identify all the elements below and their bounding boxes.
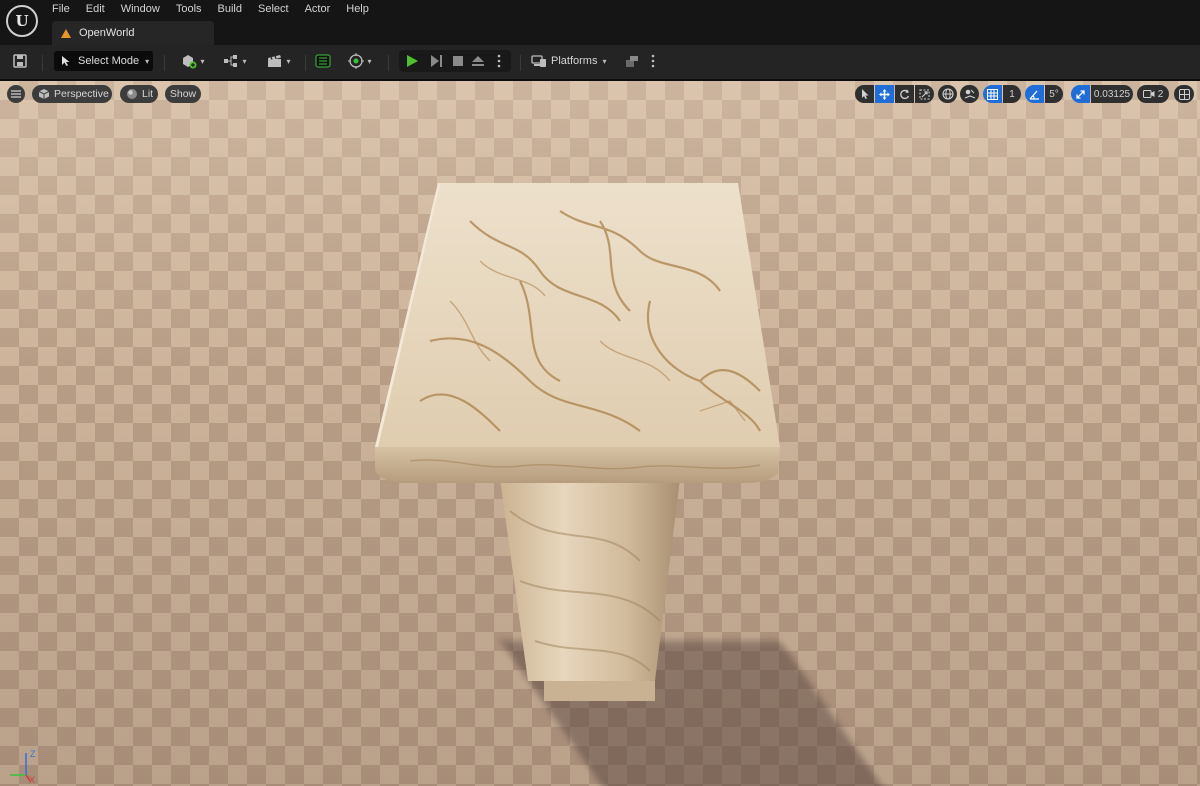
modeling-grid-icon <box>315 54 331 68</box>
camera-icon <box>1142 89 1155 99</box>
perspective-cube-icon <box>38 88 50 100</box>
camera-speed-button[interactable]: 2 <box>1137 85 1169 103</box>
play-options-button[interactable] <box>493 53 505 69</box>
menu-tools[interactable]: Tools <box>168 0 210 18</box>
clapperboard-icon <box>267 54 283 68</box>
scale-tool-button[interactable] <box>915 85 934 103</box>
grid-icon <box>987 88 998 100</box>
viewport-menu-button[interactable] <box>7 85 25 103</box>
settings-button[interactable] <box>623 51 641 71</box>
marble-pedestal[interactable] <box>0 81 1200 786</box>
blueprints-button[interactable]: ▾ <box>219 51 251 71</box>
chevron-down-icon: ▾ <box>145 56 150 66</box>
eject-icon <box>472 56 484 66</box>
unreal-logo-icon[interactable]: U <box>6 5 38 37</box>
menu-edit[interactable]: Edit <box>78 0 113 18</box>
play-controls <box>399 50 511 72</box>
menu-bar: File Edit Window Tools Build Select Acto… <box>44 0 377 18</box>
view-mode-label: Perspective <box>54 88 109 100</box>
hamburger-icon <box>11 90 21 98</box>
globe-icon <box>941 88 954 100</box>
chevron-down-icon: ▾ <box>367 56 372 66</box>
chevron-down-icon: ▾ <box>286 56 291 66</box>
save-icon <box>13 54 27 68</box>
menu-help[interactable]: Help <box>338 0 377 18</box>
stop-button[interactable] <box>449 53 467 69</box>
scale-icon <box>919 89 930 100</box>
menu-window[interactable]: Window <box>113 0 168 18</box>
save-button[interactable] <box>10 52 30 70</box>
rotation-snap-toggle[interactable] <box>1025 85 1044 103</box>
cinematics-button[interactable]: ▾ <box>263 51 295 71</box>
scale-snap-icon <box>1075 89 1086 100</box>
chevron-down-icon: ▾ <box>242 56 247 66</box>
lit-mode-button[interactable]: Lit <box>120 85 158 103</box>
scale-snap-toggle[interactable] <box>1071 85 1090 103</box>
chevron-down-icon: ▾ <box>200 56 205 66</box>
target-icon <box>348 53 365 69</box>
menu-select[interactable]: Select <box>250 0 297 18</box>
axis-z-label: Z <box>30 749 36 759</box>
cursor-arrow-icon <box>860 89 870 99</box>
blueprint-nodes-icon <box>223 54 239 68</box>
title-bar: U File Edit Window Tools Build Select Ac… <box>0 0 1200 45</box>
level-icon <box>60 27 72 39</box>
axis-x-label: X <box>29 775 36 785</box>
toolbar-separator <box>164 55 165 71</box>
lit-mode-label: Lit <box>142 88 154 100</box>
layout-grid-icon <box>1178 88 1190 100</box>
scale-snap-value[interactable]: 0.03125 <box>1091 85 1133 103</box>
camera-speed-value: 2 <box>1157 88 1164 100</box>
view-mode-button[interactable]: Perspective <box>32 85 112 103</box>
toolbar-separator <box>520 55 521 71</box>
add-actor-button[interactable]: ▾ <box>177 51 209 71</box>
grid-snap-toggle[interactable] <box>983 85 1002 103</box>
platforms-dropdown[interactable]: Platforms ▾ <box>531 51 609 71</box>
level-viewport[interactable]: Perspective Lit Show 1 5° 0.03125 2 Z X <box>0 79 1200 786</box>
axis-gizmo: Z X <box>6 745 40 785</box>
level-tab-label: OpenWorld <box>79 27 135 39</box>
select-mode-icon <box>60 55 72 67</box>
angle-icon <box>1029 89 1040 100</box>
toolbar-separator <box>42 55 43 71</box>
fracture-mode-button[interactable]: ▾ <box>344 51 376 71</box>
more-vertical-icon <box>497 54 501 68</box>
advance-frame-button[interactable] <box>427 53 445 69</box>
coordinate-system-button[interactable] <box>938 85 957 103</box>
modeling-mode-button[interactable] <box>313 51 333 71</box>
viewport-layout-button[interactable] <box>1174 85 1194 103</box>
rotation-snap-value[interactable]: 5° <box>1045 85 1063 103</box>
add-cube-icon <box>181 53 197 69</box>
show-label: Show <box>169 88 197 100</box>
surface-snapping-button[interactable] <box>960 85 979 103</box>
platforms-label: Platforms <box>551 55 598 67</box>
settings-stack-icon <box>625 54 639 68</box>
select-mode-label: Select Mode <box>78 55 140 67</box>
play-button[interactable] <box>403 53 421 69</box>
select-mode-dropdown[interactable]: Select Mode ▾ <box>54 51 153 71</box>
show-flags-button[interactable]: Show <box>165 85 201 103</box>
toolbar-more-button[interactable] <box>647 51 659 71</box>
grid-snap-value[interactable]: 1 <box>1003 85 1021 103</box>
stop-icon <box>453 56 463 66</box>
translate-tool-button[interactable] <box>875 85 894 103</box>
toolbar-separator <box>388 55 389 71</box>
surface-snap-icon <box>964 88 976 100</box>
platforms-icon <box>531 54 547 68</box>
level-tab[interactable]: OpenWorld <box>52 21 214 45</box>
chevron-down-icon: ▾ <box>602 56 607 66</box>
select-tool-button[interactable] <box>855 85 874 103</box>
toolbar-separator <box>305 55 306 71</box>
more-vertical-icon <box>651 54 655 68</box>
rotate-icon <box>899 89 910 100</box>
rotate-tool-button[interactable] <box>895 85 914 103</box>
step-forward-icon <box>431 55 442 67</box>
menu-build[interactable]: Build <box>210 0 250 18</box>
move-arrows-icon <box>879 88 890 100</box>
eject-button[interactable] <box>469 53 487 69</box>
play-icon <box>407 55 418 67</box>
menu-actor[interactable]: Actor <box>297 0 339 18</box>
menu-file[interactable]: File <box>44 0 78 18</box>
lit-sphere-icon <box>126 88 138 100</box>
